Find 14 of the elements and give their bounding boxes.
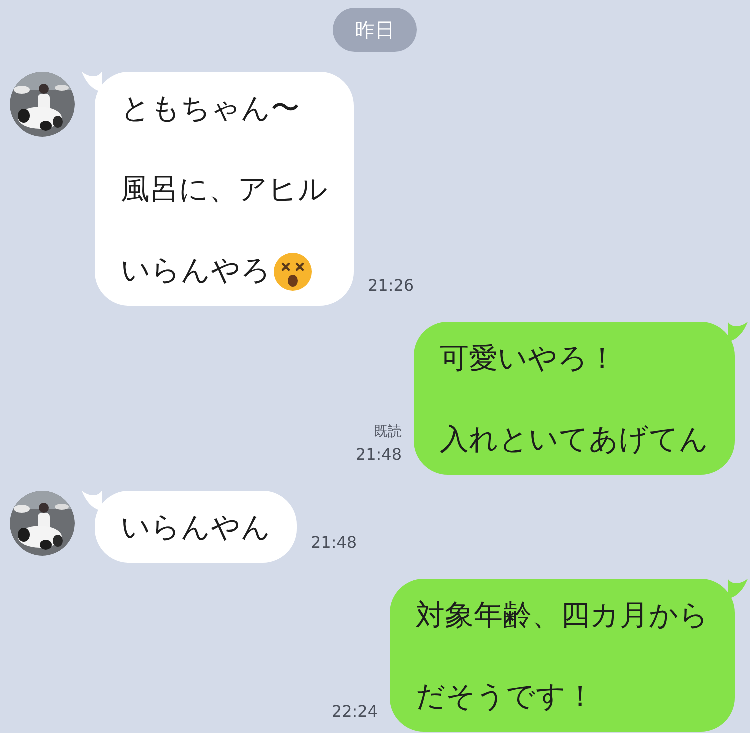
date-label: 昨日 xyxy=(333,8,417,52)
message-text: いらんやん xyxy=(121,509,271,546)
message-text: ともちゃん〜 xyxy=(121,90,301,127)
message-text: 可愛いやろ！ xyxy=(440,340,618,377)
message-text: 対象年齢、四カ月から xyxy=(416,597,709,634)
message-time: 21:26 xyxy=(368,275,414,297)
message-text: いらんやろ xyxy=(121,240,328,300)
message-text: だそうです！ xyxy=(416,678,596,715)
message-text: 入れといてあげてん xyxy=(440,421,709,458)
message-time: 21:48 xyxy=(356,444,402,466)
message-time: 21:48 xyxy=(311,532,358,554)
message-time: 22:24 xyxy=(332,701,378,723)
read-receipt: 既読 xyxy=(374,423,402,442)
message-text: 風呂に、アヒル xyxy=(121,171,328,208)
